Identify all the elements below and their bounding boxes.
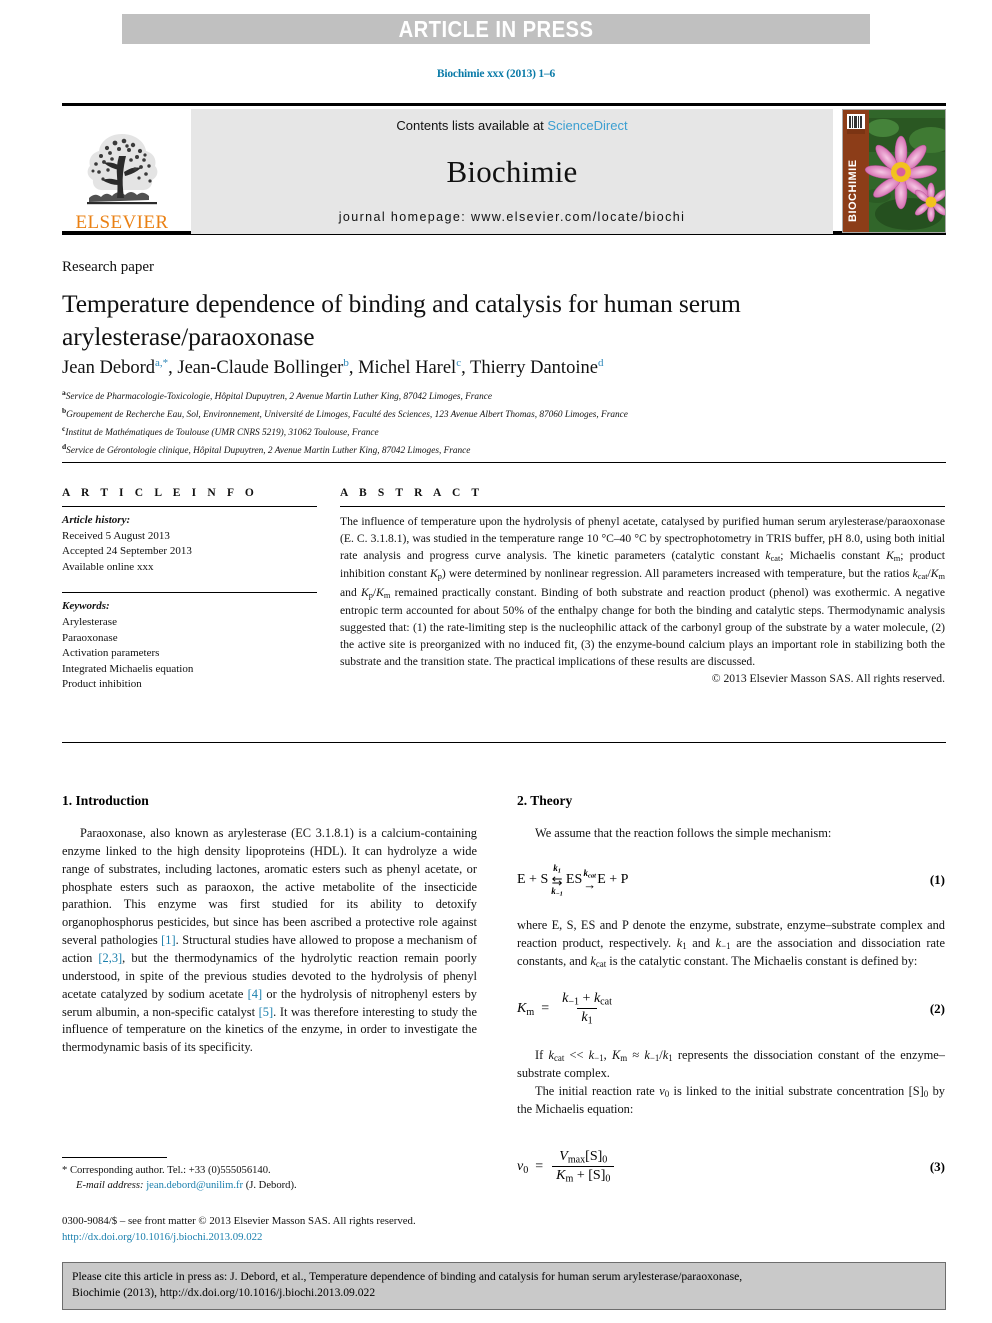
author-name: Michel Harel	[358, 358, 457, 379]
keyword-item: Activation parameters	[62, 647, 160, 660]
info-block-bottom-rule	[62, 742, 946, 743]
article-info-rule	[62, 506, 317, 507]
theory-column: 2. Theory We assume that the reaction fo…	[517, 793, 945, 1205]
introduction-paragraph: Paraoxonase, also known as arylesterase …	[62, 826, 478, 1055]
affiliation-text: Institut de Mathématiques de Toulouse (U…	[65, 427, 379, 438]
footnote-block: * Corresponding author. Tel.: +33 (0)555…	[62, 1163, 482, 1194]
email-label: E-mail address:	[76, 1180, 144, 1192]
keywords-group: Keywords: Arylesterase Paraoxonase Activ…	[62, 599, 317, 693]
equation-2-body: Km = k−1 + kcat k1	[517, 991, 930, 1027]
history-item: Accepted 24 September 2013	[62, 545, 192, 558]
history-item: Received 5 August 2013	[62, 529, 170, 542]
equation-1-number: (1)	[929, 871, 945, 887]
citation-ref[interactable]: [1]	[161, 933, 175, 947]
citation-ref[interactable]: [4]	[248, 987, 262, 1001]
keyword-item: Product inhibition	[62, 678, 142, 691]
author-mark: a,*	[154, 357, 169, 369]
author-name: Thierry Dantoine	[470, 358, 598, 379]
abstract-body: The influence of temperature upon the hy…	[340, 515, 945, 669]
forward-arrow-icon: kcat →	[583, 868, 597, 893]
author-name: Jean-Claude Bollinger	[177, 358, 344, 379]
author-name: Jean Debord	[62, 358, 155, 379]
elsevier-wordmark: ELSEVIER	[75, 212, 169, 233]
affiliation-item: dService de Gérontologie clinique, Hôpit…	[62, 441, 942, 459]
abstract-copyright: © 2013 Elsevier Masson SAS. All rights r…	[711, 672, 945, 686]
theory-paragraph-2: where E, S, ES and P denote the enzyme, …	[517, 917, 945, 969]
article-type-label: Research paper	[62, 259, 155, 275]
elsevier-logo: ELSEVIER	[62, 109, 182, 234]
contents-available-line: Contents lists available at ScienceDirec…	[396, 118, 627, 133]
fraction: Vmax[S]0 Km + [S]0	[552, 1149, 615, 1185]
info-block-top-rule	[62, 462, 946, 463]
article-history-label: Article history:	[62, 514, 131, 526]
cite-this-article-box: Please cite this article in press as: J.…	[62, 1262, 946, 1310]
reversible-arrow-icon: k1 ⇆ k−1	[551, 862, 563, 898]
citation-line-1: Please cite this article in press as: J.…	[72, 1270, 743, 1283]
article-history-group: Article history: Received 5 August 2013 …	[62, 513, 317, 575]
author-mark: b	[343, 357, 349, 369]
theory-paragraph-3: If kcat << k−1, Km ≈ k−1/k1 represents t…	[517, 1047, 946, 1080]
introduction-heading: 1. Introduction	[62, 793, 149, 808]
sciencedirect-link[interactable]: ScienceDirect	[547, 118, 627, 133]
keyword-item: Arylesterase	[62, 616, 117, 629]
cover-art-image: BIOCHIMIE	[843, 110, 945, 232]
keywords-rule	[62, 592, 317, 594]
author-mark: d	[597, 357, 604, 369]
contents-prefix-text: Contents lists available at	[396, 118, 548, 133]
author-list: Jean Deborda,*, Jean-Claude Bollingerb, …	[62, 357, 604, 379]
abstract-rule	[340, 506, 945, 507]
journal-cover-thumbnail: BIOCHIMIE	[842, 109, 946, 233]
journal-homepage-line[interactable]: journal homepage: www.elsevier.com/locat…	[339, 210, 686, 224]
email-note: E-mail address: jean.debord@unilim.fr (J…	[62, 1178, 482, 1193]
abstract-column: A B S T R A C T The influence of tempera…	[340, 487, 945, 685]
article-info-column: A R T I C L E I N F O Article history: R…	[62, 487, 317, 693]
equation-3-body: v0 = Vmax[S]0 Km + [S]0	[517, 1149, 930, 1185]
affiliation-item: aService de Pharmacologie-Toxicologie, H…	[62, 387, 942, 405]
paper-page: ARTICLE IN PRESS Biochimie xxx (2013) 1–…	[0, 0, 992, 1323]
equation-3: v0 = Vmax[S]0 Km + [S]0 (3)	[517, 1149, 945, 1185]
doi-link[interactable]: http://dx.doi.org/10.1016/j.biochi.2013.…	[62, 1231, 262, 1243]
journal-title: Biochimie	[446, 153, 578, 189]
journal-reference-line: Biochimie xxx (2013) 1–6	[436, 68, 556, 80]
journal-masthead: ELSEVIER Contents lists available at Sci…	[62, 103, 946, 235]
keyword-item: Integrated Michaelis equation	[62, 662, 194, 675]
elsevier-tree-icon	[87, 134, 158, 205]
author-email-link[interactable]: jean.debord@unilim.fr	[146, 1180, 243, 1191]
equation-1-body: E + Sk1 ⇆ k−1 ES kcat → E + P	[517, 862, 629, 898]
journal-info-box: Contents lists available at ScienceDirec…	[191, 109, 833, 234]
affiliation-text: Service de Gérontologie clinique, Hôpita…	[66, 445, 471, 456]
equation-2: Km = k−1 + kcat k1 (2)	[517, 991, 945, 1027]
article-info-heading: A R T I C L E I N F O	[62, 487, 258, 499]
fraction: k−1 + kcat k1	[562, 990, 612, 1027]
corresponding-author-note: * Corresponding author. Tel.: +33 (0)555…	[62, 1165, 271, 1176]
affiliation-item: cInstitut de Mathématiques de Toulouse (…	[62, 423, 942, 441]
email-suffix: (J. Debord).	[245, 1180, 297, 1192]
citation-ref[interactable]: [2,3]	[98, 951, 122, 965]
page-title: Temperature dependence of binding and ca…	[62, 289, 741, 351]
svg-text:BIOCHIMIE: BIOCHIMIE	[847, 159, 859, 222]
citation-line-2: Biochimie (2013), http://dx.doi.org/10.1…	[72, 1286, 376, 1300]
history-item: Available online xxx	[62, 560, 154, 573]
theory-lead-paragraph: We assume that the reaction follows the …	[535, 826, 832, 840]
affiliation-text: Groupement de Recherche Eau, Sol, Enviro…	[66, 409, 628, 420]
citation-ref[interactable]: [5]	[259, 1005, 273, 1019]
keyword-item: Paraoxonase	[62, 631, 118, 644]
affiliation-list: aService de Pharmacologie-Toxicologie, H…	[62, 387, 942, 458]
footnote-rule	[62, 1157, 167, 1158]
theory-paragraph-4: The initial reaction rate v0 is linked t…	[517, 1083, 945, 1116]
equation-3-number: (3)	[929, 1158, 945, 1174]
equation-1: E + Sk1 ⇆ k−1 ES kcat → E + P (1)	[517, 863, 945, 897]
affiliation-text: Service de Pharmacologie-Toxicologie, Hô…	[65, 392, 492, 403]
issn-line: 0300-9084/$ – see front matter © 2013 El…	[62, 1215, 416, 1227]
equation-2-number: (2)	[929, 1000, 945, 1016]
keywords-label: Keywords:	[62, 600, 110, 613]
theory-heading: 2. Theory	[517, 793, 573, 808]
introduction-column: 1. Introduction Paraoxonase, also known …	[62, 793, 477, 1057]
affiliation-item: bGroupement de Recherche Eau, Sol, Envir…	[62, 405, 942, 423]
issn-copyright-block: 0300-9084/$ – see front matter © 2013 El…	[62, 1214, 532, 1245]
author-mark: c	[456, 357, 462, 369]
abstract-heading: A B S T R A C T	[340, 487, 484, 499]
article-in-press-banner: ARTICLE IN PRESS	[122, 14, 870, 44]
